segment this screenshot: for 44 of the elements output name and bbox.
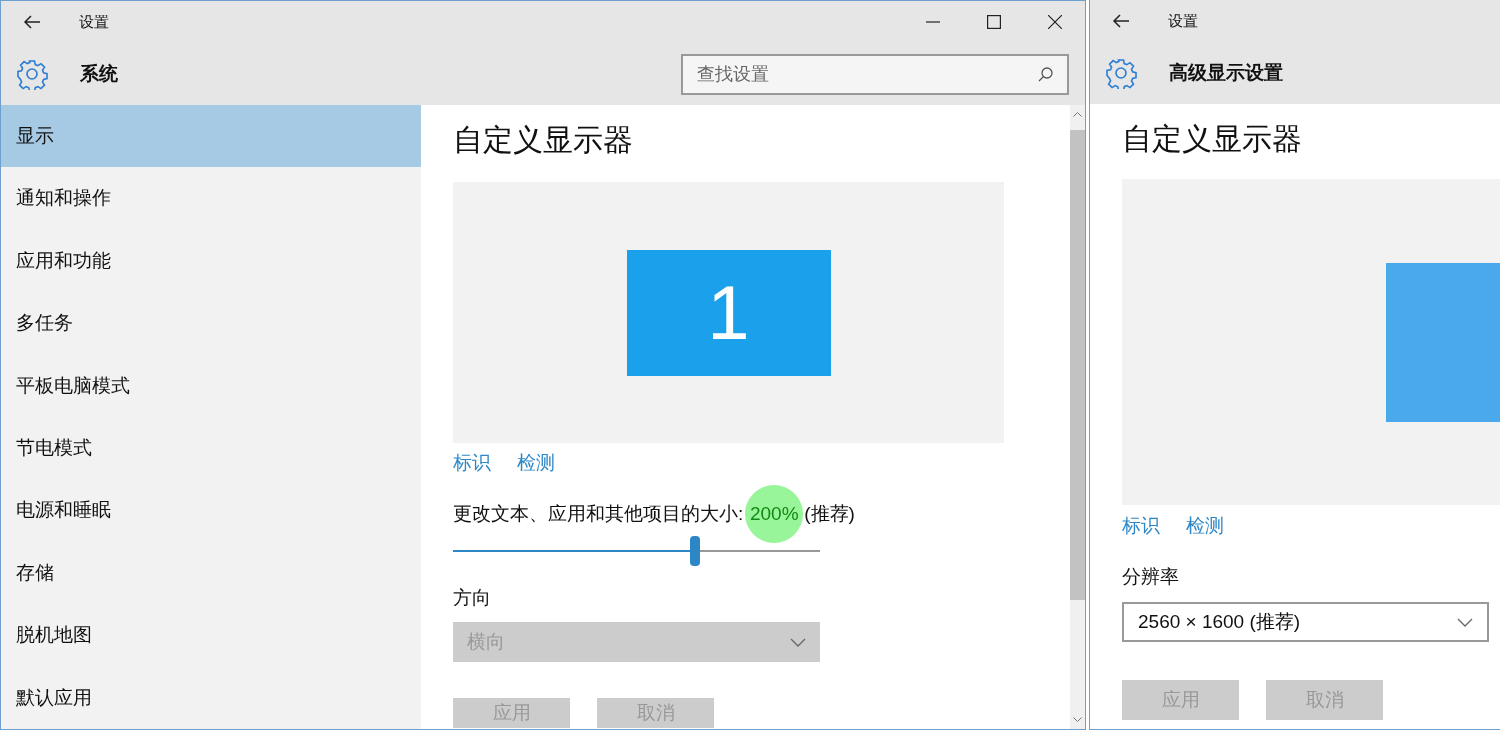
back-arrow-icon <box>1112 14 1130 28</box>
settings-icon <box>16 58 48 90</box>
resolution-dropdown[interactable]: 2560 × 1600 (推荐) <box>1122 602 1489 642</box>
sidebar-item[interactable]: 平板电脑模式 <box>1 354 421 418</box>
page-title: 系统 <box>80 61 118 86</box>
scale-note: (推荐) <box>804 502 855 526</box>
close-icon <box>1047 15 1062 29</box>
field-label: 方向 <box>453 586 492 610</box>
link[interactable]: 检测 <box>517 451 555 475</box>
search-icon <box>1038 66 1053 82</box>
link[interactable]: 标识 <box>453 451 491 475</box>
chevron-down-icon <box>1457 617 1473 627</box>
link[interactable]: 标识 <box>1122 514 1160 538</box>
window-title: 设置 <box>1168 10 1198 31</box>
section-heading: 自定义显示器 <box>1122 121 1303 157</box>
scroll-down-icon[interactable] <box>1073 717 1082 722</box>
maximize-icon <box>986 15 1001 29</box>
search-field[interactable]: 查找设置 <box>681 53 1069 95</box>
sidebar-item[interactable]: 显示 <box>1 105 421 168</box>
scale-label: 更改文本、应用和其他项目的大小: <box>453 502 744 526</box>
settings-icon <box>1105 57 1137 89</box>
back-arrow-icon <box>23 15 41 29</box>
scroll-up-icon[interactable] <box>1073 112 1082 117</box>
sidebar-item[interactable]: 电源和睡眠 <box>1 479 421 542</box>
monitor-tile[interactable] <box>1386 263 1500 422</box>
sidebar-item[interactable]: 脱机地图 <box>1 604 421 667</box>
sidebar-item[interactable]: 应用和功能 <box>1 229 421 293</box>
field-label: 分辨率 <box>1122 565 1180 589</box>
window-title: 设置 <box>79 11 109 32</box>
link[interactable]: 检测 <box>1186 514 1224 538</box>
scrollbar[interactable] <box>1070 105 1085 729</box>
sidebar-item[interactable]: 默认应用 <box>1 666 421 729</box>
sidebar-item[interactable]: 通知和操作 <box>1 167 421 230</box>
highlighted-value: 200% <box>745 485 804 543</box>
sidebar-item[interactable]: 多任务 <box>1 292 421 355</box>
chevron-down-icon <box>790 637 806 647</box>
minimize-icon <box>925 21 940 23</box>
page-title: 高级显示设置 <box>1169 60 1283 85</box>
sidebar-item[interactable]: 存储 <box>1 541 421 605</box>
slider-thumb[interactable] <box>690 536 701 566</box>
sidebar-item[interactable]: 节电模式 <box>1 417 421 480</box>
scale-slider[interactable] <box>453 536 820 566</box>
scrollbar-thumb[interactable] <box>1070 130 1085 600</box>
section-heading: 自定义显示器 <box>453 122 634 158</box>
